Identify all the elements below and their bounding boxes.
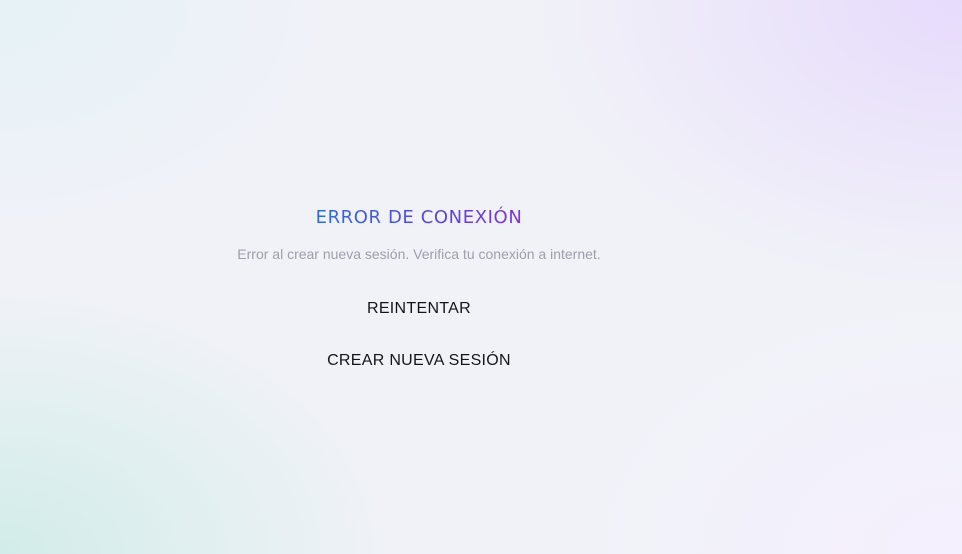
retry-button[interactable]: REINTENTAR [361, 297, 477, 321]
error-message: Error al crear nueva sesión. Verifica tu… [237, 246, 601, 262]
error-screen: { "error": { "title": "ERROR DE CONEXIÓN… [0, 0, 962, 554]
error-title: ERROR DE CONEXIÓN [316, 196, 523, 240]
error-panel: ERROR DE CONEXIÓN Error al crear nueva s… [209, 196, 629, 373]
create-new-session-button[interactable]: CREAR NUEVA SESIÓN [321, 349, 517, 373]
